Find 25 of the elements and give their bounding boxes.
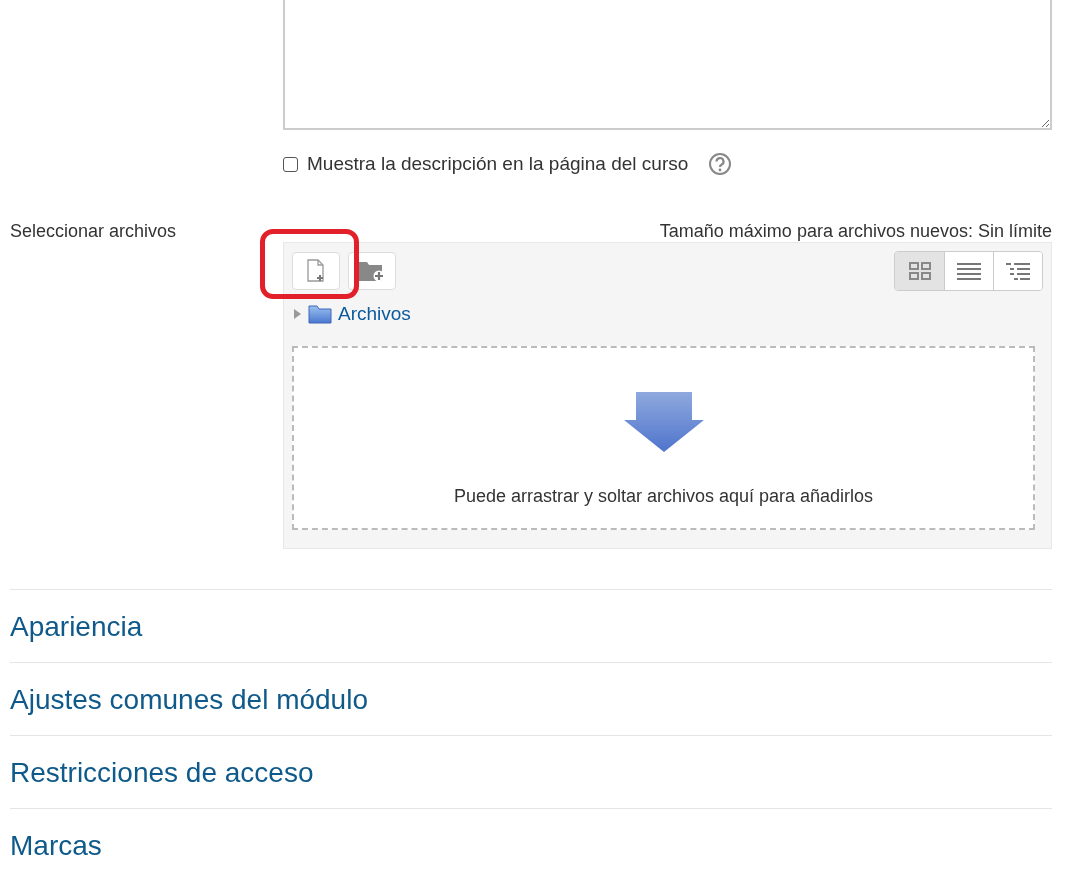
drop-zone[interactable]: Puede arrastrar y soltar archivos aquí para añadirlos bbox=[292, 346, 1035, 530]
tree-list-view-button[interactable] bbox=[993, 252, 1042, 290]
folder-icon bbox=[308, 304, 332, 324]
down-arrow-icon bbox=[623, 392, 704, 452]
checkbox[interactable] bbox=[283, 156, 298, 172]
section-heading[interactable]: Ajustes comunes del módulo bbox=[10, 682, 368, 716]
checkbox-label: Muestra la descripción en la página del curso bbox=[307, 153, 689, 175]
section-heading[interactable]: Marcas bbox=[10, 828, 102, 862]
folder-add-icon bbox=[358, 259, 386, 283]
list-icon bbox=[957, 262, 981, 280]
max-size-note: Tamaño máximo para archivos nuevos: Sin límite bbox=[658, 220, 1052, 242]
list-view-button[interactable] bbox=[944, 252, 993, 290]
tree-list-icon bbox=[1006, 262, 1030, 280]
drop-hint: Puede arrastrar y soltar archivos aquí para añadirlos bbox=[453, 486, 874, 507]
field-label: Seleccionar archivos bbox=[10, 221, 177, 241]
help-icon[interactable] bbox=[708, 152, 733, 176]
section-heading[interactable]: Apariencia bbox=[10, 609, 143, 643]
folder-link[interactable]: Archivos bbox=[338, 303, 411, 325]
file-add-button[interactable] bbox=[292, 252, 340, 290]
grid-icon bbox=[908, 262, 931, 280]
grid-view-button[interactable] bbox=[895, 252, 944, 290]
file-add-icon bbox=[305, 259, 327, 283]
section-heading[interactable]: Restricciones de acceso bbox=[10, 755, 314, 789]
description-field[interactable] bbox=[283, 0, 1052, 130]
collapsed-triangle-icon[interactable] bbox=[292, 309, 302, 319]
